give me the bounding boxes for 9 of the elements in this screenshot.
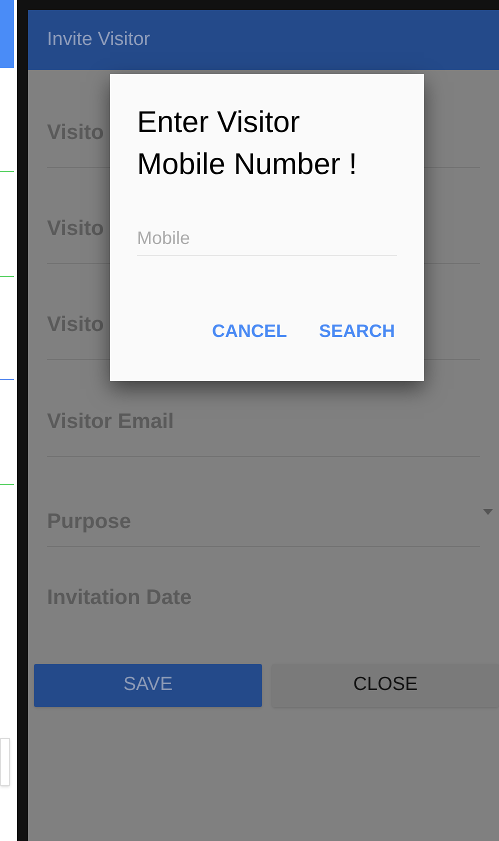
cancel-button[interactable]: CANCEL: [212, 318, 287, 345]
close-button[interactable]: CLOSE: [272, 664, 499, 707]
dropdown-caret-icon[interactable]: [483, 509, 493, 515]
dialog-title: Enter Visitor Mobile Number !: [137, 105, 358, 183]
mobile-field[interactable]: Mobile: [137, 222, 397, 256]
search-button[interactable]: SEARCH: [318, 318, 395, 345]
header-bar: [0, 0, 14, 68]
save-button[interactable]: SAVE: [34, 664, 262, 707]
app-title: Invite Visitor: [47, 28, 150, 52]
